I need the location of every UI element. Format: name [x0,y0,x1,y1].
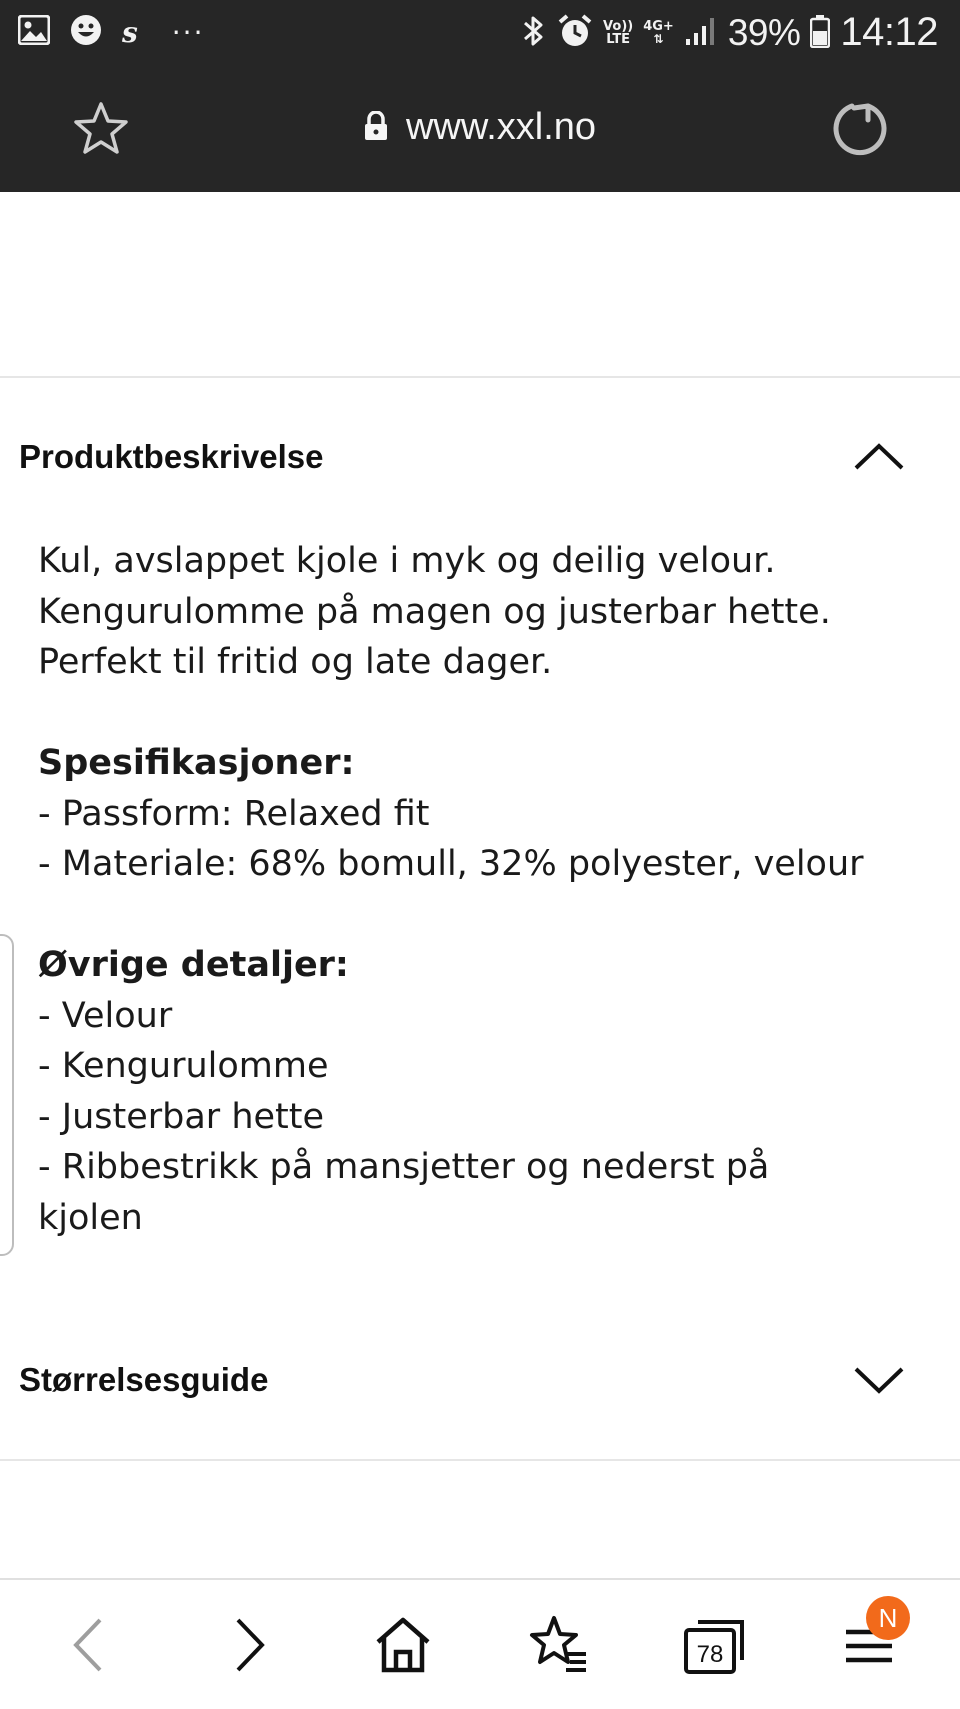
battery-percent: 39% [727,11,801,53]
details-heading: Øvrige detaljer: [38,945,349,985]
address-field[interactable]: www.xxl.no [0,106,960,151]
tabs-icon[interactable]: 78 [680,1610,750,1680]
side-panel-handle[interactable] [0,934,14,1256]
detail-item: - Kengurulomme [38,1046,329,1086]
more-icon: ··· [171,15,205,49]
volte-icon: Vo)) LTE [603,20,633,46]
section-description-title: Produktbeskrivelse [19,438,324,475]
chevron-down-icon[interactable] [852,1361,906,1397]
description-line: Kengurulomme på magen og justerbar hette… [38,591,831,632]
clock: 14:12 [840,10,938,54]
s-app-icon: s [122,15,138,49]
specs-heading: Spesifikasjoner: [38,743,355,783]
description-line: Kul, avslappet kjole i myk og deilig vel… [38,541,776,581]
detail-item: - Velour [38,995,173,1036]
lte-label: LTE [606,31,631,47]
detail-item: - Justerbar hette [38,1096,325,1137]
notification-badge: N [866,1596,910,1640]
bluetooth-icon [521,13,547,53]
detail-item: - Ribbestrikk på mansjetter og nederst p… [38,1147,770,1187]
section-size-guide-header[interactable]: Størrelsesguide [0,1339,960,1419]
notification-icons: s ··· [17,14,205,50]
forward-icon[interactable] [212,1610,282,1680]
url-text: www.xxl.no [405,106,597,148]
signal-icon [684,15,718,51]
section-description-header[interactable]: Produktbeskrivelse [0,416,960,496]
divider-top [0,376,960,378]
spec-item: - Materiale: 68% bomull, 32% polyester, … [38,844,864,884]
chevron-up-icon[interactable] [852,438,906,474]
system-icons: Vo)) LTE 4G+ ⇅ 39% 14:12 [521,10,938,55]
lock-icon [364,108,388,151]
face-icon [70,14,102,50]
bookmarks-icon[interactable] [524,1610,594,1680]
back-icon[interactable] [56,1610,126,1680]
network-label: 4G+ [643,18,674,34]
battery-icon [810,14,831,52]
network-type: 4G+ ⇅ [643,18,674,46]
detail-item: kjolen [38,1197,143,1238]
volte-label: Vo)) [603,18,634,34]
status-bar: s ··· Vo)) LTE 4G+ ⇅ 39% 14:12 [0,0,960,70]
browser-url-bar: www.xxl.no [0,70,960,192]
product-description: Kul, avslappet kjole i myk og deilig vel… [38,536,938,1243]
tab-count: 78 [697,1641,724,1668]
tab-count-text: 78 [697,1641,724,1668]
alarm-icon [557,13,593,53]
divider-bottom [0,1459,960,1461]
spec-item: - Passform: Relaxed fit [38,793,430,834]
browser-bottom-nav: 78 [0,1578,960,1709]
home-icon[interactable] [368,1610,438,1680]
description-line: Perfekt til fritid og late dager. [38,642,553,682]
gallery-icon [17,14,51,49]
section-size-guide-title: Størrelsesguide [19,1361,269,1398]
reload-icon[interactable] [830,98,890,158]
